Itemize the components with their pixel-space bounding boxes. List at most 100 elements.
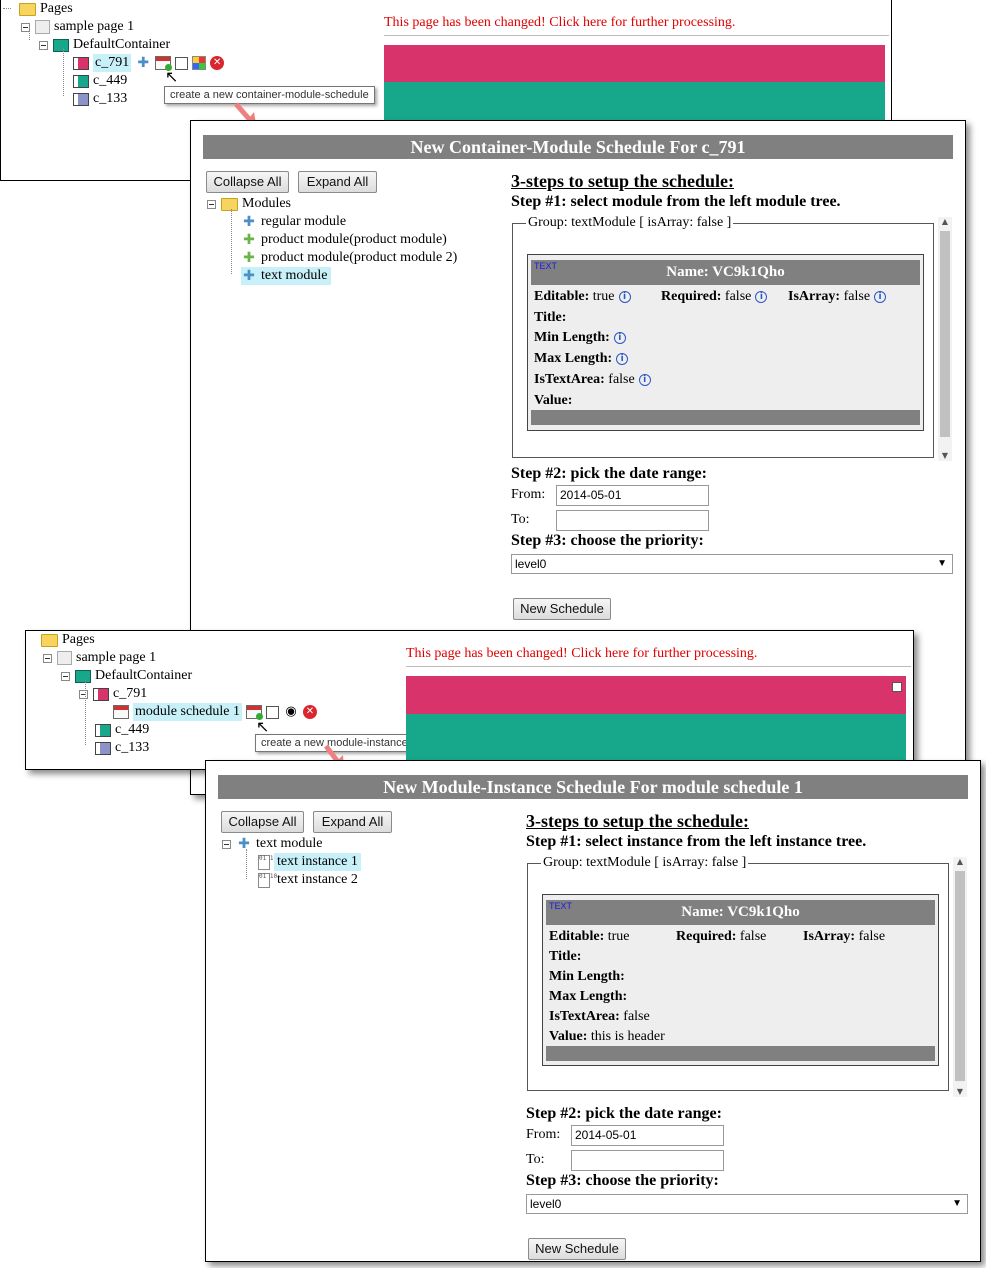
tree-node-default-container[interactable]: DefaultContainer <box>39 36 170 54</box>
tree-node-pages[interactable]: Pages <box>28 631 95 649</box>
module-item-regular[interactable]: ✚ regular module <box>241 213 346 231</box>
isarray-prop: IsArray: false <box>803 929 886 944</box>
value-prop: Value: <box>534 393 573 408</box>
step2-label: Step #2: pick the date range: <box>511 465 707 482</box>
container-icon <box>53 38 69 52</box>
priority-select[interactable]: level0 ▼ <box>511 554 953 574</box>
binary-file-icon: 01 10 <box>258 872 277 888</box>
type-badge: TEXT <box>534 261 558 271</box>
scroll-thumb[interactable] <box>940 231 950 437</box>
collapse-all-button[interactable]: Collapse All <box>206 171 289 193</box>
module-item-product-1[interactable]: ✚ product module(product module) <box>241 231 447 249</box>
tree-node-sample-page[interactable]: sample page 1 <box>43 649 156 667</box>
tree-node-c133[interactable]: c_133 <box>95 739 149 757</box>
title-prop: Title: <box>549 949 582 964</box>
new-schedule-button[interactable]: New Schedule <box>513 598 611 620</box>
module-item-product-2[interactable]: ✚ product module(product module 2) <box>241 249 457 267</box>
collapse-toggle-icon[interactable] <box>43 653 52 663</box>
collapse-toggle-icon[interactable] <box>61 671 70 681</box>
module-item-text[interactable]: ✚ text module <box>241 267 331 285</box>
folder-icon <box>41 633 58 647</box>
priority-select[interactable]: level0 ▼ <box>526 1194 968 1214</box>
instance-label: text instance 2 <box>277 872 358 887</box>
tree-label-c133: c_133 <box>115 740 150 755</box>
info-icon[interactable]: i <box>616 353 629 365</box>
container-magenta-icon <box>73 56 89 70</box>
palette-icon[interactable] <box>192 56 207 70</box>
puzzle-icon: ✚ <box>243 267 255 284</box>
mouse-cursor-icon: ↖ <box>165 67 179 86</box>
scroll-up-icon[interactable]: ▲ <box>953 857 967 867</box>
instance-label: text instance 1 <box>274 853 361 871</box>
expand-all-button[interactable]: Expand All <box>298 171 377 193</box>
from-label: From: <box>526 1127 561 1142</box>
collapse-toggle-icon[interactable] <box>207 199 216 209</box>
tree-node-default-container[interactable]: DefaultContainer <box>61 667 192 685</box>
to-date-input[interactable] <box>571 1150 724 1171</box>
tree-node-text-module[interactable]: ✚ text module <box>222 835 323 853</box>
field-footer-bar <box>546 1046 935 1061</box>
to-date-input[interactable] <box>556 510 709 531</box>
tree-node-sample-page[interactable]: sample page 1 <box>21 18 134 36</box>
collapse-toggle-icon[interactable] <box>79 689 88 699</box>
page-changed-notice[interactable]: This page has been changed! Click here f… <box>406 646 757 662</box>
folder-icon <box>221 197 238 211</box>
field-card: Name: VC9k1Qho TEXT Editable: true Requi… <box>542 894 939 1066</box>
tree-node-pages[interactable]: Pages <box>3 0 73 18</box>
tree-node-c791[interactable]: c_791 <box>79 685 147 703</box>
group-scrollbar[interactable]: ▲ ▼ <box>953 857 967 1097</box>
new-schedule-button[interactable]: New Schedule <box>528 1238 626 1260</box>
maxlength-prop: Max Length: <box>549 989 628 1004</box>
info-icon[interactable]: i <box>755 291 768 303</box>
folder-icon <box>19 2 36 16</box>
tree-node-c449[interactable]: c_449 <box>73 72 127 90</box>
tree-label-sample-page: sample page 1 <box>54 19 135 34</box>
info-icon[interactable]: i <box>613 332 626 344</box>
delete-icon[interactable]: ✕ <box>302 705 317 719</box>
tree-label-default-container: DefaultContainer <box>73 37 171 52</box>
tree-label-c449: c_449 <box>93 73 128 88</box>
scroll-down-icon[interactable]: ▼ <box>953 1087 967 1097</box>
info-icon[interactable]: i <box>874 291 887 303</box>
collapse-toggle-icon[interactable] <box>222 839 231 849</box>
preview-magenta-block <box>384 45 885 82</box>
scroll-thumb[interactable] <box>955 871 965 1081</box>
page-changed-notice[interactable]: This page has been changed! Click here f… <box>384 15 735 31</box>
delete-icon[interactable]: ✕ <box>210 56 225 70</box>
instance-item-1[interactable]: 01 10 text instance 1 <box>258 853 361 871</box>
tree-node-c133[interactable]: c_133 <box>73 90 127 108</box>
info-icon[interactable]: i <box>618 291 631 303</box>
from-date-input[interactable]: 2014-05-01 <box>556 485 709 506</box>
preview-teal-block <box>384 82 885 120</box>
from-date-input[interactable]: 2014-05-01 <box>571 1125 724 1146</box>
tree-node-c791[interactable]: c_791 ✚ ✕ <box>73 54 228 72</box>
puzzle-add-icon[interactable]: ✚ <box>135 55 151 71</box>
tree-label-modules: Modules <box>242 196 291 211</box>
eye-icon[interactable]: ◉ <box>283 705 299 719</box>
info-icon[interactable]: i <box>638 374 651 386</box>
scroll-down-icon[interactable]: ▼ <box>938 451 952 461</box>
step3-label: Step #3: choose the priority: <box>511 532 704 549</box>
collapse-all-button[interactable]: Collapse All <box>221 811 304 833</box>
field-name: Name: VC9k1Qho <box>546 900 935 925</box>
instance-item-2[interactable]: 01 10 text instance 2 <box>258 871 361 889</box>
value-prop: Value: this is header <box>549 1029 665 1044</box>
tree-label-pages: Pages <box>40 1 73 16</box>
chevron-down-icon: ▼ <box>952 1198 962 1209</box>
tree-node-modules[interactable]: Modules <box>207 195 291 213</box>
editable-prop: Editable: true i <box>534 289 631 305</box>
editable-prop: Editable: true <box>549 929 630 944</box>
container-blue-icon <box>95 741 111 755</box>
tree-node-c449[interactable]: c_449 <box>95 721 149 739</box>
collapse-toggle-icon[interactable] <box>39 40 48 50</box>
minlength-prop: Min Length: <box>549 969 625 984</box>
scroll-up-icon[interactable]: ▲ <box>938 217 952 227</box>
container-blue-icon <box>73 92 89 106</box>
middle-page-window: Pages sample page 1 DefaultContainer c_7… <box>25 630 914 770</box>
field-footer-bar <box>531 410 920 425</box>
expand-all-button[interactable]: Expand All <box>313 811 392 833</box>
module-label: product module(product module 2) <box>261 250 458 265</box>
group-scrollbar[interactable]: ▲ ▼ <box>938 217 952 461</box>
page-icon <box>57 651 72 665</box>
tree-node-module-schedule[interactable]: module schedule 1 ◉ ✕ <box>113 703 321 721</box>
